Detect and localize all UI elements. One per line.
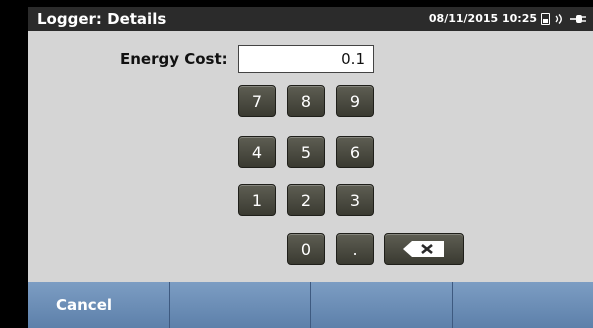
backspace-button[interactable] <box>384 233 464 265</box>
key-7[interactable]: 7 <box>238 85 276 117</box>
page-title: Logger: Details <box>37 10 167 28</box>
device-screen: Logger: Details 08/11/2015 10:25 Energy … <box>0 0 593 328</box>
sd-card-icon <box>541 12 550 25</box>
plug-icon <box>570 14 586 23</box>
details-panel: Energy Cost: 0.1 7 8 9 4 5 6 1 2 3 0 . <box>28 31 593 282</box>
key-1[interactable]: 1 <box>238 184 276 216</box>
key-6[interactable]: 6 <box>336 136 374 168</box>
key-0[interactable]: 0 <box>287 233 325 265</box>
wireless-icon <box>555 13 562 24</box>
status-area: 08/11/2015 10:25 <box>429 12 587 25</box>
energy-cost-label: Energy Cost: <box>120 50 228 68</box>
energy-cost-input[interactable]: 0.1 <box>238 45 374 73</box>
key-5[interactable]: 5 <box>287 136 325 168</box>
title-bar: Logger: Details 08/11/2015 10:25 <box>28 7 593 31</box>
key-decimal[interactable]: . <box>336 233 374 265</box>
softkey-bar: Cancel <box>28 282 593 328</box>
datetime: 08/11/2015 10:25 <box>428 12 537 25</box>
softkey-f4[interactable] <box>452 282 593 328</box>
key-4[interactable]: 4 <box>238 136 276 168</box>
key-3[interactable]: 3 <box>336 184 374 216</box>
backspace-icon <box>403 241 444 257</box>
key-9[interactable]: 9 <box>336 85 374 117</box>
key-8[interactable]: 8 <box>287 85 325 117</box>
softkey-f2[interactable] <box>169 282 311 328</box>
softkey-f3[interactable] <box>311 282 453 328</box>
cancel-button[interactable]: Cancel <box>28 282 170 328</box>
key-2[interactable]: 2 <box>287 184 325 216</box>
